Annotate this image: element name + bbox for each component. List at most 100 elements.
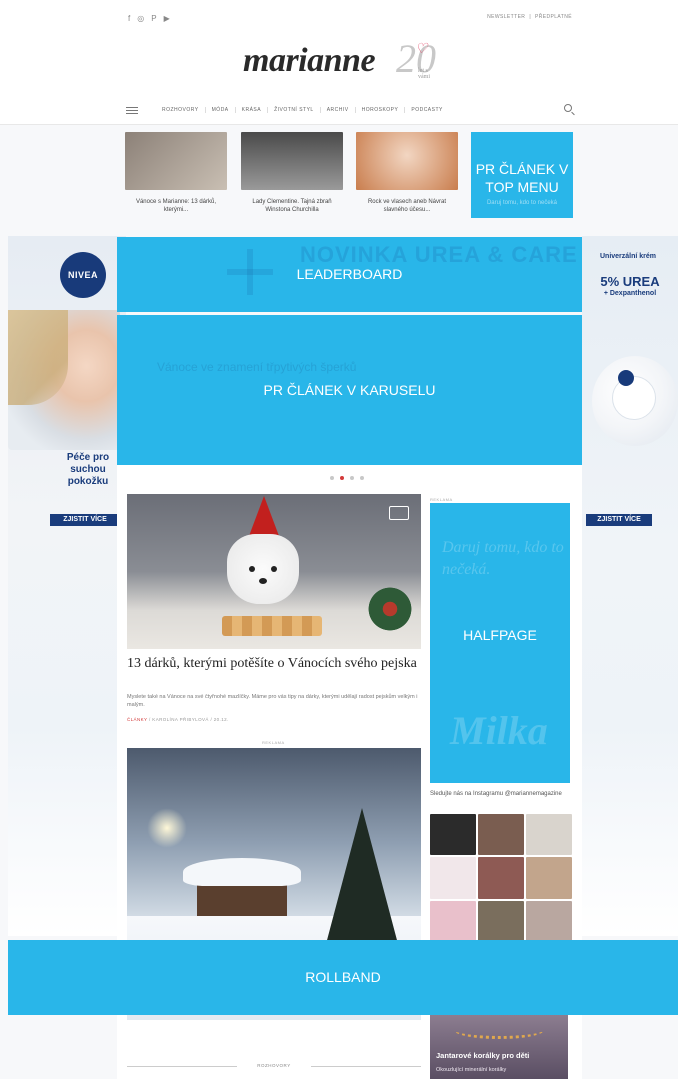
top-menu-article[interactable]: Vánoce s Marianne: 13 dárků, kterými...: [125, 132, 227, 214]
skin-left-headline: Péče pro suchou pokožku: [66, 452, 110, 487]
search-icon[interactable]: [564, 104, 572, 112]
promo-card[interactable]: Jantarové korálky pro děti Okouzlující m…: [430, 1015, 568, 1079]
top-links-divider: |: [529, 14, 532, 20]
cabin-figure: [183, 858, 301, 918]
social-links: f ◎ P ▶: [128, 14, 170, 23]
rollband-ad-placeholder[interactable]: ROLLBAND: [8, 940, 678, 1015]
nav-item-archiv[interactable]: ARCHIV: [319, 107, 355, 113]
carousel-dot[interactable]: [350, 476, 354, 480]
skin-ad-left[interactable]: NIVEA Péče pro suchou pokožku ZJISTIT VÍ…: [8, 236, 126, 936]
instagram-post[interactable]: [430, 857, 476, 899]
dog-eye: [249, 566, 255, 572]
cream-jar-image: [592, 356, 678, 446]
nav-item-horoskopy[interactable]: HOROSKOPY: [354, 107, 405, 113]
hamburger-menu-icon[interactable]: [126, 106, 138, 114]
skin-right-sub: + Dexpanthenol: [603, 290, 657, 297]
instagram-post[interactable]: [430, 814, 476, 856]
site-logo[interactable]: marianne: [243, 42, 376, 80]
top-menu-article-thumbnail: [356, 132, 458, 190]
leaderboard-label: LEADERBOARD: [296, 266, 403, 282]
top-menu-article-thumbnail: [125, 132, 227, 190]
amber-beads-image: [454, 1021, 544, 1039]
skin-right-headline: Univerzální krém: [599, 253, 657, 260]
instagram-grid: [430, 814, 572, 942]
carousel-ghost-text: Vánoce ve znamení třpytivých šperků: [157, 360, 357, 374]
youtube-icon[interactable]: ▶: [164, 14, 170, 23]
skin-right-urea: 5% UREA: [600, 274, 660, 289]
jar-badge: [618, 370, 634, 386]
article-category[interactable]: ČLÁNKY: [127, 717, 147, 722]
dog-nose: [259, 578, 267, 584]
model-hair: [8, 310, 68, 405]
instagram-post[interactable]: [526, 814, 572, 856]
top-menu-article-caption: Lady Clementine. Tajná zbraň Winstona Ch…: [252, 199, 332, 213]
newsletter-link[interactable]: NEWSLETTER: [487, 14, 525, 20]
santa-hat: [249, 496, 279, 536]
instagram-post[interactable]: [478, 814, 524, 856]
carousel-dots: [330, 476, 364, 480]
article-author[interactable]: KAROLÍNA PŘIBYLOVÁ: [152, 717, 208, 722]
anniversary-logo: 20 ♡ let s vámi: [396, 35, 436, 82]
main-nav: ROZHOVORY MÓDA KRÁSA ŽIVOTNÍ STYL ARCHIV…: [126, 102, 572, 118]
instagram-post[interactable]: [526, 900, 572, 942]
nav-item-moda[interactable]: MÓDA: [204, 107, 235, 113]
rollband-label: ROLLBAND: [305, 969, 381, 985]
anniversary-subtitle: let s vámi: [418, 68, 430, 80]
halfpage-ghost-text: Daruj tomu, kdo to nečeká.: [442, 539, 564, 578]
page: f ◎ P ▶ NEWSLETTER | PŘEDPLATNÉ marianne…: [0, 0, 678, 1079]
top-menu-article[interactable]: Rock ve vlasech aneb Návrat slavného úče…: [356, 132, 458, 214]
sun-glow: [147, 808, 187, 848]
top-menu-article-caption: Rock ve vlasech aneb Návrat slavného úče…: [367, 199, 447, 213]
article-meta-separator: /: [148, 717, 151, 722]
article-date: 20.12.: [213, 717, 229, 722]
plus-icon: [227, 249, 273, 295]
heart-icon: ♡: [415, 42, 428, 57]
article-title[interactable]: 13 dárků, kterými potěšíte o Vánocích sv…: [127, 655, 421, 673]
nav-item-krasa[interactable]: KRÁSA: [234, 107, 267, 113]
carousel-dot[interactable]: [330, 476, 334, 480]
gallery-icon: [389, 506, 409, 520]
nav-item-zivotni-styl[interactable]: ŽIVOTNÍ STYL: [267, 107, 320, 113]
nav-item-podcasty[interactable]: PODCASTY: [404, 107, 449, 113]
top-menu-article[interactable]: Lady Clementine. Tajná zbraň Winstona Ch…: [241, 132, 343, 214]
instagram-post[interactable]: [526, 857, 572, 899]
site-header: f ◎ P ▶ NEWSLETTER | PŘEDPLATNÉ marianne…: [0, 0, 678, 125]
article-perex: Myslete také na Vánoce na své čtyřnohé m…: [127, 694, 418, 708]
skin-left-cta-button[interactable]: ZJISTIT VÍCE: [50, 514, 120, 526]
pr-article-top-menu-placeholder[interactable]: PR ČLÁNEK V TOP MENU Daruj tomu, kdo to …: [471, 132, 573, 218]
leaderboard-ad-placeholder[interactable]: NOVINKA UREA & CARE LEADERBOARD: [117, 237, 582, 312]
pr-top-label: PR ČLÁNEK V TOP MENU: [475, 161, 569, 195]
instagram-post[interactable]: [478, 857, 524, 899]
dog-eye: [271, 566, 277, 572]
pr-top-faint-text: Daruj tomu, kdo to nečeká: [486, 200, 558, 206]
skin-ad-right[interactable]: Univerzální krém 5% UREA + Dexpanthenol …: [582, 236, 678, 936]
promo-title: Jantarové korálky pro děti: [436, 1051, 530, 1060]
halfpage-label: HALFPAGE: [463, 627, 537, 643]
subscription-link[interactable]: PŘEDPLATNÉ: [535, 14, 572, 20]
carousel-dot-active[interactable]: [340, 476, 344, 480]
article-meta-separator: /: [210, 717, 213, 722]
section-title-rozhovory: ROZHOVORY: [127, 1063, 421, 1068]
facebook-icon[interactable]: f: [128, 14, 130, 23]
ad-label: REKLAMA: [430, 497, 453, 502]
carousel-pr-article-placeholder[interactable]: Vánoce ve znamení třpytivých šperků PR Č…: [117, 315, 582, 465]
instagram-post[interactable]: [430, 900, 476, 942]
promo-subtitle: Okouzlující minerální korálky: [436, 1067, 507, 1073]
dog-figure: [227, 534, 299, 604]
pinterest-icon[interactable]: P: [151, 14, 156, 23]
top-menu-article-thumbnail: [241, 132, 343, 190]
nav-item-rozhovory[interactable]: ROZHOVORY: [156, 107, 205, 113]
instagram-icon[interactable]: ◎: [137, 14, 144, 23]
carousel-dot[interactable]: [360, 476, 364, 480]
nivea-logo: NIVEA: [60, 252, 106, 298]
skin-right-cta-button[interactable]: ZJISTIT VÍCE: [586, 514, 652, 526]
instagram-post[interactable]: [478, 900, 524, 942]
instagram-heading[interactable]: Sledujte nás na Instagramu @mariannemaga…: [430, 790, 572, 798]
cookies-decoration: [222, 616, 322, 636]
top-menu-article-caption: Vánoce s Marianne: 13 dárků, kterými...: [135, 199, 217, 213]
model-face-image: [8, 310, 120, 450]
halfpage-ad-placeholder[interactable]: Daruj tomu, kdo to nečeká. Milka HALFPAG…: [430, 503, 570, 783]
top-links: NEWSLETTER | PŘEDPLATNÉ: [487, 14, 572, 20]
article-image-dog[interactable]: [127, 494, 421, 649]
leaderboard-ghost-text: NOVINKA UREA & CARE: [300, 242, 578, 267]
